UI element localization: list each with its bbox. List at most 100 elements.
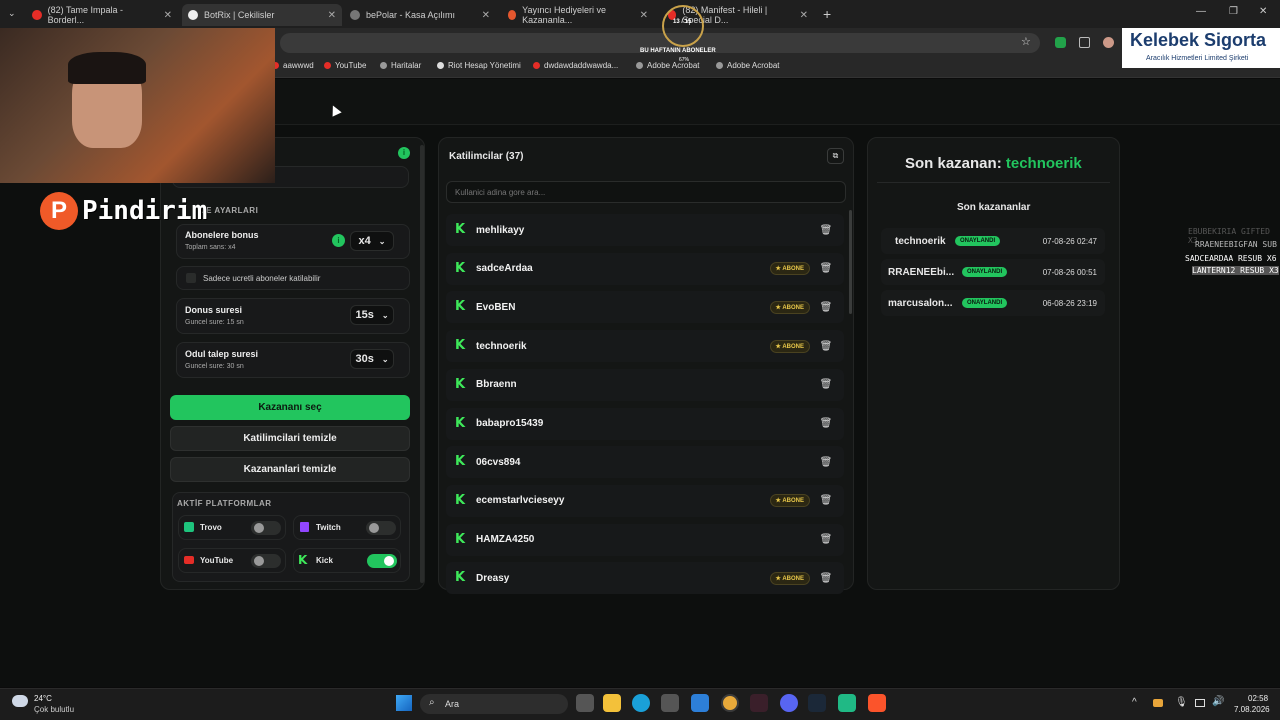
- maximize-icon[interactable]: ❐: [1229, 6, 1238, 17]
- copy-icon[interactable]: ⧉: [827, 148, 844, 164]
- volume-icon[interactable]: 🔊: [1212, 696, 1224, 707]
- platform-kick-label: Kick: [316, 556, 333, 565]
- close-icon[interactable]: ✕: [800, 10, 808, 21]
- weather-temp: 24°C: [34, 694, 52, 703]
- tab-tame-impala[interactable]: (82) Tame Impala - Borderl... ✕: [26, 4, 178, 26]
- abone-badge: ★ ABONE: [769, 571, 810, 585]
- extension-shield-icon[interactable]: [1055, 37, 1066, 48]
- delete-icon[interactable]: 🗑: [818, 532, 834, 548]
- bookmark-youtube[interactable]: YouTube: [324, 61, 366, 70]
- pick-winner-button[interactable]: Kazananı seç: [170, 395, 410, 420]
- tray-chevron-icon[interactable]: ^: [1132, 697, 1137, 708]
- close-window-icon[interactable]: ✕: [1259, 6, 1267, 17]
- delete-icon[interactable]: 🗑: [818, 493, 834, 509]
- bookmark-adobe-1[interactable]: Adobe Acrobat: [636, 61, 699, 70]
- network-icon[interactable]: [1195, 699, 1205, 707]
- weather-cloud-icon[interactable]: [12, 695, 28, 707]
- status-badge: ONAYLANDI: [962, 298, 1008, 308]
- mail-icon[interactable]: [691, 694, 709, 712]
- bookmark-riot[interactable]: Riot Hesap Yönetimi: [437, 61, 521, 70]
- participant-row[interactable]: Kecemstarlvcieseyy ★ ABONE 🗑: [446, 484, 844, 517]
- participant-row[interactable]: K EvoBEN ★ ABONE 🗑: [446, 291, 844, 324]
- winner-row: RRAENEEbi... ONAYLANDI 07-08-26 00:51: [881, 259, 1105, 285]
- taskbar-search[interactable]: [420, 694, 568, 714]
- extension-icon[interactable]: [1079, 37, 1090, 48]
- star-icon[interactable]: ☆: [1021, 35, 1031, 48]
- info-icon[interactable]: i: [398, 147, 410, 159]
- participant-row[interactable]: KsadceArdaa ★ ABONE 🗑: [446, 252, 844, 285]
- minimize-icon[interactable]: —: [1196, 6, 1206, 17]
- windows-start-icon[interactable]: [396, 695, 412, 711]
- kick-icon: K: [455, 299, 466, 315]
- participant-scrollbar[interactable]: [849, 210, 852, 314]
- participant-search-input[interactable]: [446, 181, 846, 203]
- app-green-icon[interactable]: [838, 694, 856, 712]
- clock-date: 7.08.2026: [1234, 705, 1270, 714]
- tab-botrix[interactable]: BotRix | Cekilisler ✕: [182, 4, 342, 26]
- clear-participants-button[interactable]: Katilimcilari temizle: [170, 426, 410, 451]
- brave-icon[interactable]: [868, 694, 886, 712]
- only-paid-checkbox[interactable]: [186, 273, 196, 283]
- participant-row[interactable]: K Bbraenn 🗑: [446, 368, 844, 401]
- delete-icon[interactable]: 🗑: [818, 222, 834, 238]
- delete-icon[interactable]: 🗑: [818, 454, 834, 470]
- bonus-time-select[interactable]: 15s ⌄: [350, 305, 394, 325]
- participant-row[interactable]: Kmehlikayy 🗑: [446, 214, 844, 246]
- trovo-toggle[interactable]: [251, 521, 281, 535]
- tab-bepolar[interactable]: bePolar - Kasa Açılımı ✕: [344, 4, 496, 26]
- bookmark-aawwwd[interactable]: aawwwd: [272, 61, 314, 70]
- delete-icon[interactable]: 🗑: [818, 377, 834, 393]
- chrome-icon[interactable]: [721, 694, 739, 712]
- youtube-icon: [184, 556, 194, 564]
- task-view-icon[interactable]: [576, 694, 594, 712]
- kick-toggle[interactable]: [367, 554, 397, 568]
- store-icon[interactable]: [661, 694, 679, 712]
- participant-row[interactable]: K HAMZA4250 🗑: [446, 523, 844, 556]
- participant-row[interactable]: Kbabapro15439 🗑: [446, 407, 844, 440]
- settings-scrollbar[interactable]: [420, 145, 424, 583]
- twitch-toggle[interactable]: [366, 521, 396, 535]
- bookmark-dwdaw[interactable]: dwdawdaddwawda...: [533, 61, 618, 70]
- clear-winners-button[interactable]: Kazananlari temizle: [170, 457, 410, 482]
- tab-list-chevron-icon[interactable]: ⌄: [8, 8, 16, 19]
- bookmark-adobe-2[interactable]: Adobe Acrobat: [716, 61, 779, 70]
- winner-row: technoerik ONAYLANDI 07-08-26 02:47: [881, 228, 1105, 254]
- sub-bonus-select[interactable]: x4 ⌄: [350, 231, 394, 251]
- app-icon[interactable]: [750, 694, 768, 712]
- winner-date: 06-08-26 23:19: [1042, 298, 1097, 308]
- discord-icon[interactable]: [780, 694, 798, 712]
- divider: [877, 182, 1110, 183]
- youtube-icon: [324, 62, 331, 69]
- new-tab-button[interactable]: +: [823, 6, 831, 22]
- close-icon[interactable]: ✕: [164, 10, 172, 21]
- participant-row[interactable]: K Dreasy ★ ABONE 🗑: [446, 562, 844, 595]
- delete-icon[interactable]: 🗑: [818, 570, 834, 586]
- sub-bonus-sub: Toplam sans: x4: [185, 244, 236, 251]
- riot-icon: [437, 62, 444, 69]
- steam-icon[interactable]: [808, 694, 826, 712]
- microphone-icon[interactable]: 🎙: [1175, 697, 1188, 708]
- participant-row[interactable]: K 06cvs894 🗑: [446, 446, 844, 479]
- delete-icon[interactable]: 🗑: [818, 261, 834, 277]
- bookmark-haritalar[interactable]: Haritalar: [380, 61, 421, 70]
- sponsor-subtitle: Aracılık Hizmetleri Limited Şirketi: [1146, 55, 1249, 62]
- profile-icon[interactable]: [1103, 37, 1114, 48]
- delete-icon[interactable]: 🗑: [818, 338, 834, 354]
- close-icon[interactable]: ✕: [328, 10, 336, 21]
- close-icon[interactable]: ✕: [640, 10, 648, 21]
- claim-time-select[interactable]: 30s ⌄: [350, 349, 394, 369]
- participant-name: Bbraenn: [476, 379, 517, 391]
- sub-bonus-label: Abonelere bonus: [185, 230, 259, 240]
- delete-icon[interactable]: 🗑: [818, 416, 834, 432]
- file-explorer-icon[interactable]: [603, 694, 621, 712]
- participant-row[interactable]: Ktechnoerik ★ ABONE 🗑: [446, 330, 844, 363]
- winner-date: 07-08-26 00:51: [1042, 267, 1097, 277]
- info-icon[interactable]: i: [332, 234, 345, 247]
- participant-name: ecemstarlvcieseyy: [476, 495, 565, 507]
- edge-icon[interactable]: [632, 694, 650, 712]
- youtube-toggle[interactable]: [251, 554, 281, 568]
- close-icon[interactable]: ✕: [482, 10, 490, 21]
- tab-yayinci[interactable]: Yayıncı Hediyeleri ve Kazananla... ✕: [502, 4, 654, 26]
- tray-app-icon[interactable]: [1153, 699, 1163, 707]
- delete-icon[interactable]: 🗑: [818, 299, 834, 315]
